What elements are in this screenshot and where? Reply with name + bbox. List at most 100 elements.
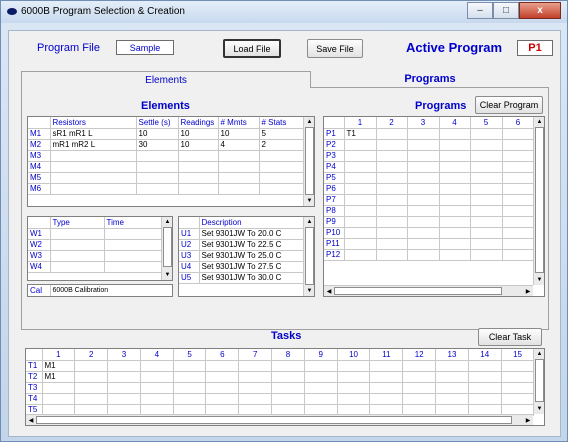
grid-cell[interactable]: Set 9301JW To 27.5 C [199,261,305,273]
grid-cell[interactable] [407,216,440,228]
column-header[interactable]: 3 [407,117,440,129]
grid-cell[interactable]: Set 9301JW To 20.0 C [199,228,305,240]
table-row[interactable]: T2 M1 [26,371,535,383]
grid-cell[interactable] [439,172,471,184]
column-header[interactable]: 7 [238,349,273,361]
row-header[interactable]: P2 [324,139,345,151]
table-row[interactable]: P7 [324,194,535,206]
grid-cell[interactable] [407,227,440,239]
table-row[interactable]: P2 [324,139,535,151]
grid-cell[interactable] [259,161,305,173]
grid-cell[interactable] [402,360,437,372]
column-header[interactable]: Resistors [50,117,137,129]
row-header[interactable]: P4 [324,161,345,173]
scroll-thumb[interactable] [535,127,544,273]
grid-cell[interactable] [271,371,305,383]
grid-cell[interactable] [205,382,240,394]
row-header[interactable]: T2 [26,371,43,383]
grid-cell[interactable] [74,382,109,394]
grid-cell[interactable]: 5 [259,128,305,140]
grid-cell[interactable] [42,393,76,405]
cal-value[interactable]: 6000B Calibration [50,285,172,296]
program-file-field[interactable]: Sample [116,40,174,55]
grid-cell[interactable] [439,139,471,151]
grid-cell[interactable] [178,183,219,195]
table-row[interactable]: P3 [324,150,535,162]
column-header[interactable]: 13 [435,349,469,361]
wait-grid-scrollbar[interactable]: ▲ ▼ [161,217,172,280]
grid-cell[interactable] [140,360,174,372]
grid-cell[interactable] [107,360,141,372]
grid-cell[interactable] [407,172,440,184]
grid-cell[interactable] [376,238,408,250]
grid-cell[interactable] [502,128,535,140]
grid-cell[interactable] [369,393,404,405]
grid-cell[interactable] [470,194,503,206]
grid-cell[interactable] [344,139,377,151]
grid-cell[interactable] [470,227,503,239]
column-header[interactable]: Type [50,217,105,229]
grid-cell[interactable] [439,128,471,140]
scroll-up-icon[interactable]: ▲ [304,117,314,127]
grid-cell[interactable] [407,128,440,140]
grid-cell[interactable] [50,150,137,162]
scroll-thumb[interactable] [36,416,512,424]
grid-cell[interactable] [107,393,141,405]
grid-cell[interactable] [470,161,503,173]
table-row[interactable]: P4 [324,161,535,173]
grid-cell[interactable] [178,172,219,184]
grid-cell[interactable] [344,238,377,250]
grid-cell[interactable] [502,183,535,195]
grid-cell[interactable] [439,238,471,250]
table-row[interactable]: W1 [28,228,163,240]
grid-cell[interactable] [107,371,141,383]
grid-cell[interactable] [376,249,408,261]
grid-cell[interactable] [344,227,377,239]
grid-cell[interactable] [470,172,503,184]
wait-grid[interactable]: Type Time W1 W2 W3 W4 ▲ ▼ [27,216,173,281]
grid-cell[interactable] [470,150,503,162]
grid-cell[interactable] [271,360,305,372]
grid-cell[interactable] [218,183,260,195]
grid-cell[interactable] [376,216,408,228]
scroll-thumb[interactable] [305,127,314,195]
grid-cell[interactable] [502,216,535,228]
grid-cell[interactable] [50,261,105,273]
grid-cell[interactable] [304,393,338,405]
row-header[interactable]: P6 [324,183,345,195]
grid-cell[interactable] [376,227,408,239]
row-header[interactable]: P5 [324,172,345,184]
column-header[interactable]: # Stats [259,117,305,129]
row-header[interactable]: M5 [28,172,51,184]
column-header[interactable]: 3 [107,349,141,361]
row-header[interactable]: P12 [324,249,345,261]
table-row[interactable]: M6 [28,183,305,195]
table-row[interactable]: W3 [28,250,163,262]
column-header[interactable]: 14 [468,349,502,361]
row-header[interactable]: W3 [28,250,51,262]
grid-cell[interactable] [136,161,179,173]
row-header[interactable]: P3 [324,150,345,162]
scroll-down-icon[interactable]: ▼ [162,270,172,280]
grid-cell[interactable] [407,161,440,173]
row-header[interactable]: P1 [324,128,345,140]
minimize-button[interactable]: – [467,2,493,19]
grid-cell[interactable] [402,393,437,405]
grid-cell[interactable] [218,172,260,184]
row-header[interactable]: M2 [28,139,51,151]
grid-cell[interactable] [238,382,273,394]
table-row[interactable]: P8 [324,205,535,217]
grid-cell[interactable] [407,238,440,250]
grid-cell[interactable] [136,183,179,195]
grid-cell[interactable] [205,360,240,372]
grid-cell[interactable] [178,161,219,173]
row-header[interactable]: U5 [179,272,200,284]
grid-cell[interactable]: 10 [178,139,219,151]
programs-grid[interactable]: 1 2 3 4 5 6 P1 T1 P2 P3 P4 P5 P6 P7 P8 P9 P10 P11 P12 ▲ ▼ … [323,116,545,297]
table-row[interactable]: M1 sR1 mR1 L 10 10 10 5 [28,128,305,140]
grid-cell[interactable] [502,249,535,261]
grid-cell[interactable] [376,139,408,151]
grid-cell[interactable] [304,360,338,372]
row-header[interactable]: M6 [28,183,51,195]
grid-cell[interactable] [439,216,471,228]
